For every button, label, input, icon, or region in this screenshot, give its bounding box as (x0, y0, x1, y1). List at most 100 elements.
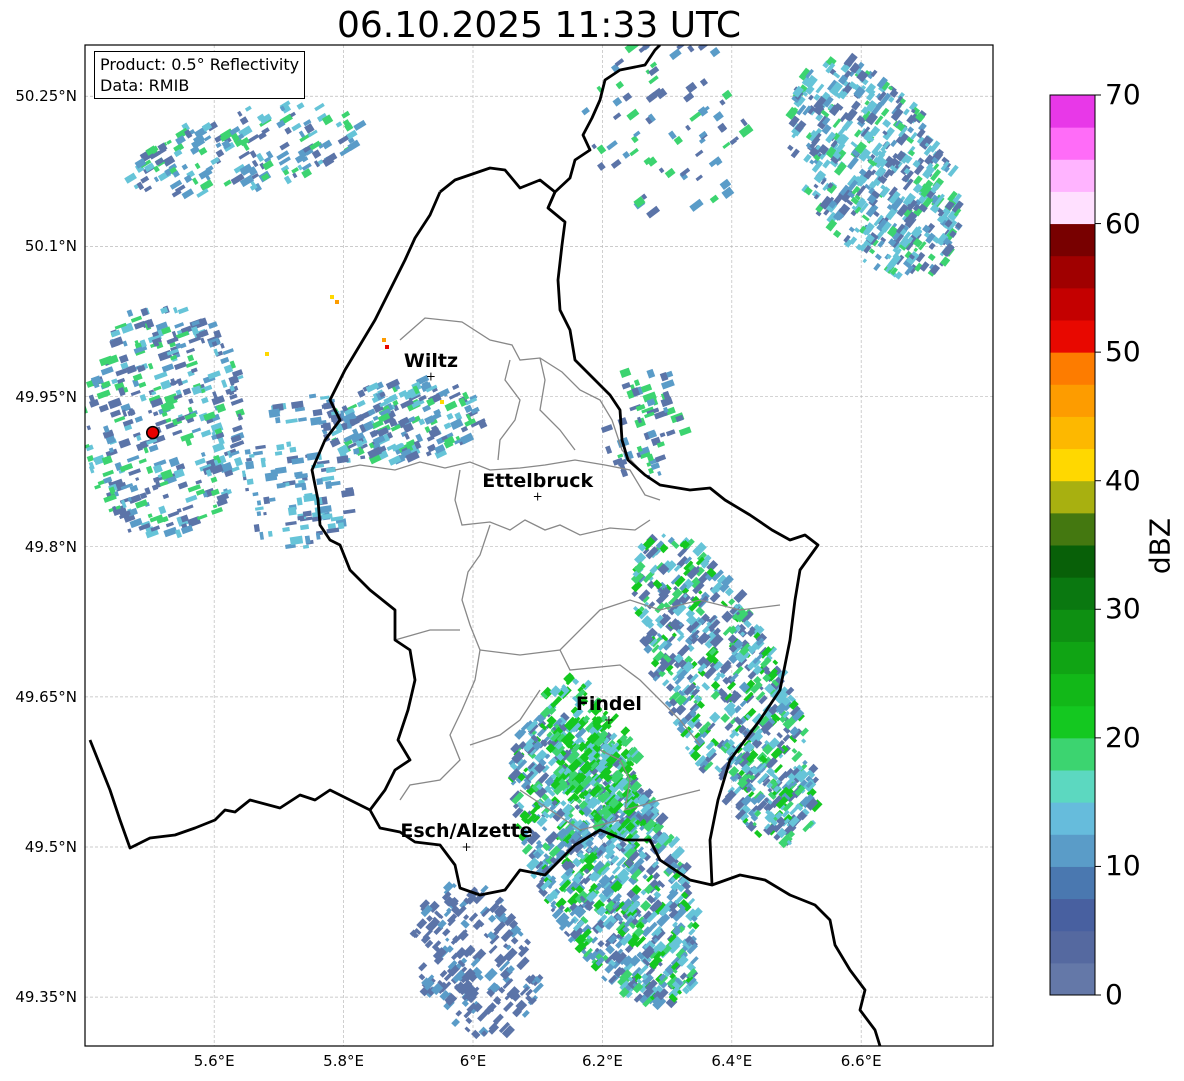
echo-cell (287, 506, 297, 516)
city-marker: + (604, 713, 614, 727)
colorbar-swatch (1050, 866, 1095, 900)
echo-cell (325, 480, 332, 490)
lon-label: 6.4°E (711, 1052, 753, 1070)
echo-cell (622, 37, 629, 45)
colorbar-tick-label: 60 (1105, 206, 1141, 240)
data-source-text: Data: RMIB (100, 76, 190, 95)
echo-cell (256, 511, 262, 517)
echo-cell (357, 440, 363, 448)
lat-label: 49.65°N (15, 687, 77, 706)
colorbar-swatch (1050, 834, 1095, 867)
echo-cell (316, 478, 324, 485)
echo-cell (353, 448, 360, 455)
city-label: Esch/Alzette (400, 820, 533, 842)
colorbar-tick-label: 0 (1105, 978, 1123, 1011)
colorbar-swatch (1050, 609, 1095, 642)
city-marker: + (533, 490, 543, 504)
lon-label: 6.2°E (581, 1052, 623, 1070)
echo-cell (263, 511, 267, 516)
echo-cell (286, 441, 292, 447)
colorbar-tick-label: 30 (1105, 592, 1141, 626)
colorbar-swatch (1050, 223, 1095, 257)
colorbar (1049, 94, 1096, 996)
lon-label: 6°E (459, 1052, 487, 1070)
lat-label: 49.8°N (24, 537, 77, 556)
echo-cell (260, 457, 266, 462)
radar-site-marker (145, 425, 160, 440)
colorbar-swatch (1050, 512, 1095, 546)
colorbar-tick-label: 20 (1105, 720, 1141, 754)
echo-cell (275, 417, 281, 424)
echo-cell (321, 404, 327, 409)
radar-map: + + + + (84, 22, 1101, 1047)
colorbar-swatch (1050, 962, 1095, 996)
city-marker: + (426, 370, 436, 384)
echo-cell (256, 500, 262, 506)
colorbar-tick-label: 10 (1105, 849, 1141, 883)
echo-cell (625, 34, 632, 41)
colorbar-tick-label: 70 (1105, 78, 1141, 111)
echo-cell (667, 26, 678, 37)
colorbar-tick-label: 40 (1105, 463, 1141, 497)
colorbar-swatch (1050, 480, 1095, 514)
colorbar-swatch (1050, 737, 1095, 771)
colorbar-swatch (1050, 545, 1095, 578)
lat-label: 49.5°N (24, 838, 77, 856)
colorbar-swatch (1050, 95, 1095, 128)
echo-cell (267, 530, 273, 537)
colorbar-swatch (1050, 287, 1095, 321)
colorbar-swatch (1050, 191, 1095, 225)
echo-cell (245, 460, 255, 470)
city-label: Findel (575, 692, 642, 715)
city-label: Wiltz (403, 349, 458, 372)
echo-cell (253, 523, 260, 533)
echo-cell (245, 487, 250, 492)
colorbar-swatch (1050, 770, 1095, 803)
echo-cell (285, 482, 290, 487)
colorbar-swatch (1050, 802, 1095, 835)
city-marker: + (461, 840, 471, 854)
echo-cell (335, 300, 339, 304)
lat-label: 50.1°N (24, 237, 77, 256)
colorbar-swatch (1050, 159, 1095, 192)
info-box: Product: 0.5° Reflectivity Data: RMIB (94, 51, 306, 99)
echo-cell (289, 446, 297, 453)
echo-cell (645, 22, 654, 31)
echo-cell (276, 443, 285, 451)
product-text: Product: 0.5° Reflectivity (100, 55, 300, 74)
echo-cell (246, 478, 254, 485)
colorbar-swatch (1050, 384, 1095, 417)
colorbar-swatch (1050, 320, 1095, 353)
colorbar-swatch (1050, 673, 1095, 707)
echo-cell (382, 338, 386, 342)
colorbar-swatch (1050, 127, 1095, 160)
colorbar-swatch (1050, 898, 1095, 932)
colorbar-label: dBZ (1143, 517, 1177, 575)
colorbar-tick-marks (1095, 94, 1101, 996)
colorbar-swatch (1050, 705, 1095, 739)
echo-cell (322, 422, 332, 432)
echo-cell (681, 32, 693, 42)
colorbar-tick-label: 50 (1105, 335, 1141, 369)
lat-label: 49.35°N (15, 988, 77, 1007)
colorbar-swatch (1050, 255, 1095, 289)
lon-label: 6.6°E (840, 1052, 882, 1070)
colorbar-swatch (1050, 577, 1095, 610)
echo-cell (360, 455, 366, 460)
echo-cell (385, 345, 389, 349)
echo-cell (263, 496, 271, 505)
echo-cell (440, 400, 444, 404)
colorbar-swatch (1050, 930, 1095, 964)
city-label: Ettelbruck (482, 469, 594, 492)
lon-label: 5.8°E (323, 1052, 365, 1070)
colorbar-swatch (1050, 416, 1095, 450)
lat-label: 50.25°N (15, 87, 77, 106)
echo-cell (244, 449, 251, 455)
echo-cell (268, 408, 281, 418)
lat-label: 49.95°N (15, 387, 77, 406)
echo-cell (265, 352, 269, 356)
colorbar-swatch (1050, 448, 1095, 482)
echo-cell (330, 295, 334, 299)
lon-label: 5.6°E (193, 1052, 235, 1070)
colorbar-swatch (1050, 641, 1095, 675)
